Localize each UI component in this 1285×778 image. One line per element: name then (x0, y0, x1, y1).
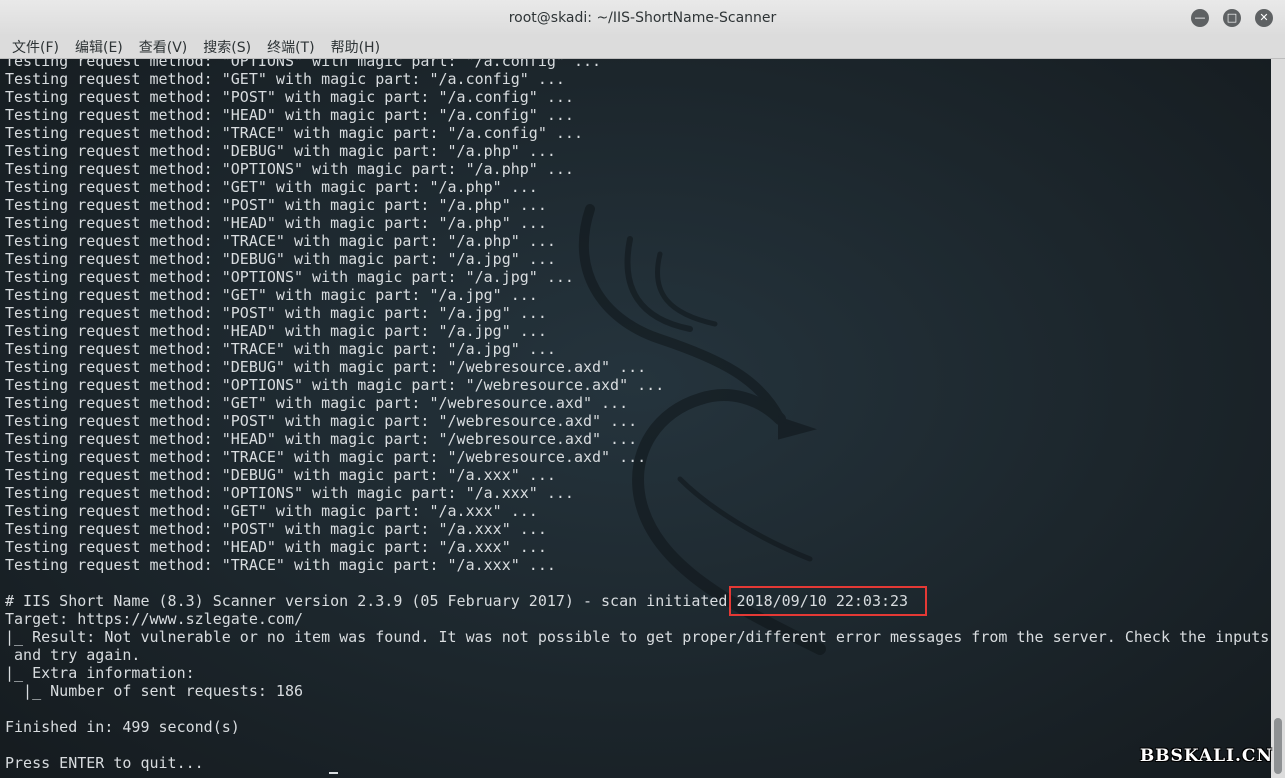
watermark-logo: BBSKALI.CN (1139, 746, 1273, 766)
window-controls: — □ ✕ (1191, 9, 1273, 27)
timestamp-highlight-box (729, 586, 927, 616)
menu-bar: 文件(F) 编辑(E) 查看(V) 搜索(S) 终端(T) 帮助(H) (0, 36, 1285, 59)
output-line: Testing request method: "GET" with magic… (5, 286, 538, 304)
text-cursor (329, 772, 338, 774)
output-line: Testing request method: "OPTIONS" with m… (5, 376, 665, 394)
output-line: Testing request method: "HEAD" with magi… (5, 106, 574, 124)
result-line: |_ Result: Not vulnerable or no item was… (5, 628, 1270, 646)
menu-file[interactable]: 文件(F) (4, 37, 67, 57)
output-line: Testing request method: "GET" with magic… (5, 502, 538, 520)
output-line: Testing request method: "HEAD" with magi… (5, 430, 638, 448)
extra-info-line: |_ Extra information: (5, 664, 195, 682)
output-line: Testing request method: "POST" with magi… (5, 412, 638, 430)
output-line: Testing request method: "OPTIONS" with m… (5, 484, 574, 502)
output-line: Testing request method: "TRACE" with mag… (5, 232, 556, 250)
result-line-continued: and try again. (5, 646, 141, 664)
output-line: Testing request method: "TRACE" with mag… (5, 448, 647, 466)
output-line: Testing request method: "DEBUG" with mag… (5, 142, 556, 160)
output-line: Testing request method: "DEBUG" with mag… (5, 466, 556, 484)
output-line: Testing request method: "OPTIONS" with m… (5, 160, 574, 178)
output-line: Testing request method: "DEBUG" with mag… (5, 358, 647, 376)
target-line: Target: https://www.szlegate.com/ (5, 610, 304, 628)
output-line: Testing request method: "TRACE" with mag… (5, 340, 556, 358)
output-line: Testing request method: "OPTIONS" with m… (5, 268, 574, 286)
output-line: Testing request method: "HEAD" with magi… (5, 322, 547, 340)
output-line: Testing request method: "POST" with magi… (5, 88, 574, 106)
menu-view[interactable]: 查看(V) (131, 37, 196, 57)
output-line: Testing request method: "POST" with magi… (5, 520, 547, 538)
output-line: Testing request method: "TRACE" with mag… (5, 556, 556, 574)
output-line: Testing request method: "OPTIONS" with m… (5, 59, 602, 70)
scrollbar-thumb[interactable] (1274, 718, 1282, 774)
window-title: root@skadi: ~/IIS-ShortName-Scanner (508, 10, 777, 26)
output-line: Testing request method: "TRACE" with mag… (5, 124, 583, 142)
menu-edit[interactable]: 编辑(E) (67, 37, 131, 57)
terminal-window: root@skadi: ~/IIS-ShortName-Scanner — □ … (0, 0, 1285, 778)
output-line: Testing request method: "GET" with magic… (5, 394, 629, 412)
output-line: Testing request method: "POST" with magi… (5, 304, 547, 322)
output-line: Testing request method: "GET" with magic… (5, 70, 565, 88)
output-line: Testing request method: "POST" with magi… (5, 196, 547, 214)
close-icon[interactable]: ✕ (1255, 9, 1273, 27)
sent-requests-line: |_ Number of sent requests: 186 (5, 682, 304, 700)
output-line: Testing request method: "HEAD" with magi… (5, 214, 547, 232)
menu-terminal[interactable]: 终端(T) (259, 37, 322, 57)
prompt-line: Press ENTER to quit... (5, 754, 204, 772)
output-line: Testing request method: "DEBUG" with mag… (5, 250, 556, 268)
terminal-output: Testing request method: "OPTIONS" with m… (5, 59, 1271, 772)
maximize-icon[interactable]: □ (1223, 9, 1241, 27)
vertical-scrollbar[interactable] (1271, 59, 1285, 778)
scan-header-line: # IIS Short Name (8.3) Scanner version 2… (5, 592, 909, 610)
menu-help[interactable]: 帮助(H) (323, 37, 388, 57)
output-line: Testing request method: "GET" with magic… (5, 178, 538, 196)
title-bar[interactable]: root@skadi: ~/IIS-ShortName-Scanner — □ … (0, 0, 1285, 36)
minimize-icon[interactable]: — (1191, 9, 1209, 27)
finished-line: Finished in: 499 second(s) (5, 718, 240, 736)
menu-search[interactable]: 搜索(S) (195, 37, 259, 57)
output-line: Testing request method: "HEAD" with magi… (5, 538, 547, 556)
terminal-output-area[interactable]: Testing request method: "OPTIONS" with m… (0, 59, 1271, 778)
